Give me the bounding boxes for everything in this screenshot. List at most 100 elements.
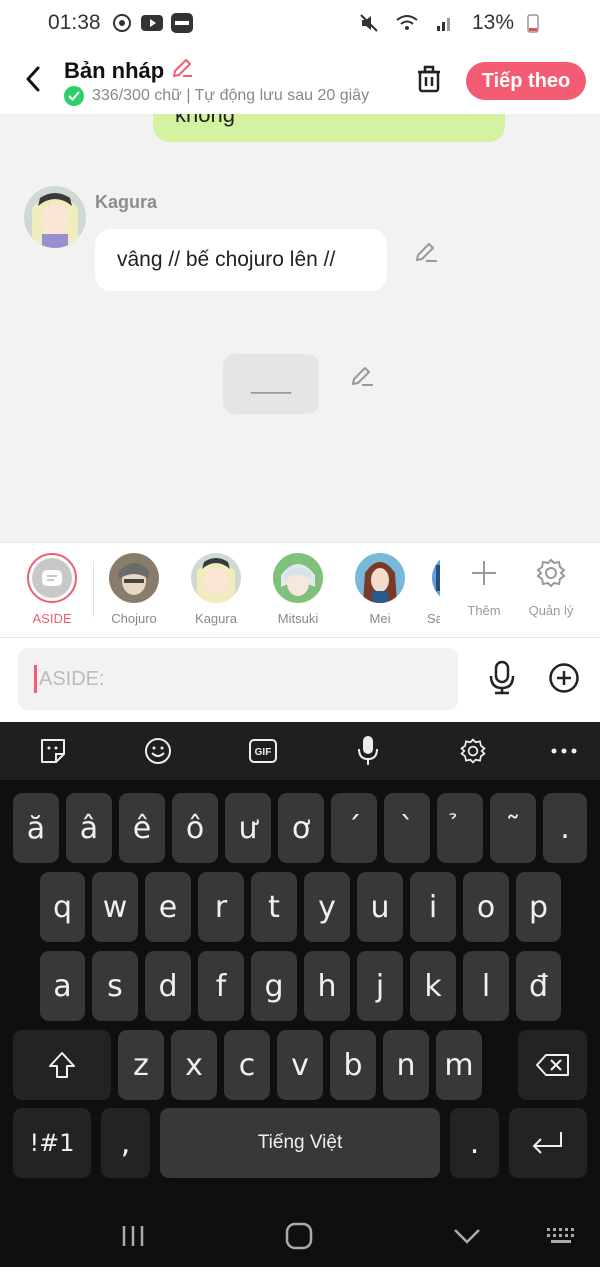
hide-keyboard-icon[interactable] [452,1222,482,1250]
add-character-button[interactable]: Thêm [448,553,520,618]
trash-icon[interactable] [414,64,444,94]
signal-icon [434,13,456,33]
character-kagura[interactable]: Kagura [180,553,252,626]
manage-button[interactable]: Quản lý [515,553,587,618]
battery-percent: 13% [471,11,514,34]
avatar-mitsuki [273,553,323,603]
character-bar: ASIDE Chojuro Kagura Mitsuki Mei Sa [0,542,600,638]
key[interactable]: b [330,1030,376,1100]
character-label: Chojuro [111,611,157,626]
word-count-status: 336/300 chữ | Tự động lưu sau 20 giây [64,86,394,106]
key[interactable]: m [436,1030,482,1100]
sticker-icon[interactable] [37,736,69,766]
speaker-name: Kagura [95,192,158,212]
key[interactable]: ă [13,793,59,863]
backspace-key[interactable] [518,1030,587,1100]
key[interactable]: w [92,872,138,942]
key[interactable]: k [410,951,456,1021]
voice-input-icon[interactable] [352,736,384,766]
character-sa[interactable]: Sa [426,553,440,626]
space-key[interactable]: Tiếng Việt [160,1108,440,1178]
recent-apps-icon[interactable] [118,1222,148,1250]
key[interactable]: ` [384,793,430,863]
key[interactable]: g [251,951,297,1021]
next-button[interactable]: Tiếp theo [466,62,586,100]
avatar-mei [355,553,405,603]
key[interactable]: v [277,1030,323,1100]
gif-label: GIF [255,747,272,758]
key[interactable]: y [304,872,350,942]
app-header: Bản nháp 336/300 chữ | Tự động lưu sau 2… [0,46,600,114]
previous-message-text: không [175,114,235,127]
check-icon [64,86,84,106]
key[interactable]: ư [225,793,271,863]
key[interactable]: ê [119,793,165,863]
key[interactable]: f [198,951,244,1021]
key[interactable]: s [92,951,138,1021]
previous-message-bubble[interactable]: không [153,114,505,142]
gif-icon[interactable]: GIF [247,736,279,766]
avatar-kagura-small [191,553,241,603]
key[interactable]: x [171,1030,217,1100]
key[interactable]: p [516,872,561,942]
more-icon[interactable] [548,736,580,766]
add-circle-icon[interactable] [548,662,580,694]
plus-icon [459,553,509,593]
key[interactable]: o [463,872,509,942]
key[interactable]: r [198,872,244,942]
emoji-icon[interactable] [142,736,174,766]
key[interactable]: c [224,1030,270,1100]
shift-key[interactable] [13,1030,111,1100]
key[interactable]: n [383,1030,429,1100]
key[interactable]: t [251,872,297,942]
character-divider [93,561,94,617]
keyboard-settings-icon[interactable] [457,736,489,766]
period-key[interactable]: . [450,1108,499,1178]
character-aside[interactable]: ASIDE [16,553,88,626]
key[interactable]: ˜ [490,793,536,863]
key[interactable]: ô [172,793,218,863]
avatar-kagura[interactable] [24,186,86,248]
wifi-icon [396,13,418,33]
text-cursor [34,665,37,693]
key[interactable]: l [463,951,509,1021]
chat-area[interactable]: không Kagura vâng // bế chojuro lên // _… [0,114,600,542]
key[interactable]: e [145,872,191,942]
message-bubble[interactable]: vâng // bế chojuro lên // [95,229,387,291]
key[interactable]: â [66,793,112,863]
key[interactable]: đ [516,951,561,1021]
message-input[interactable]: ASIDE: [18,648,458,710]
key[interactable]: . [543,793,587,863]
key[interactable]: ̉ [437,793,483,863]
key[interactable]: z [118,1030,164,1100]
key[interactable]: q [40,872,85,942]
edit-aside-icon[interactable] [350,364,376,388]
page-title[interactable]: Bản nháp [64,56,194,86]
key[interactable]: h [304,951,350,1021]
character-mitsuki[interactable]: Mitsuki [262,553,334,626]
mic-icon[interactable] [486,660,518,696]
character-mei[interactable]: Mei [344,553,416,626]
key[interactable]: a [40,951,85,1021]
key[interactable]: j [357,951,403,1021]
key[interactable]: d [145,951,191,1021]
key[interactable]: i [410,872,456,942]
aside-bubble[interactable]: ____ [223,354,319,414]
key[interactable]: ´ [331,793,377,863]
avatar-sa [432,553,440,603]
character-label: ASIDE [32,611,72,626]
key[interactable]: u [357,872,403,942]
key[interactable]: ơ [278,793,324,863]
symbols-key[interactable]: !#1 [13,1108,91,1178]
keyboard-switch-icon[interactable] [546,1222,576,1250]
enter-key[interactable] [509,1108,587,1178]
pencil-icon[interactable] [170,56,194,86]
status-bar: 01:38 13% [0,0,600,46]
back-icon[interactable] [20,64,46,94]
character-chojuro[interactable]: Chojuro [98,553,170,626]
battery-icon [522,13,544,33]
home-icon[interactable] [284,1222,314,1250]
comma-key[interactable]: , [101,1108,150,1178]
avatar-chojuro [109,553,159,603]
edit-message-icon[interactable] [414,240,440,264]
